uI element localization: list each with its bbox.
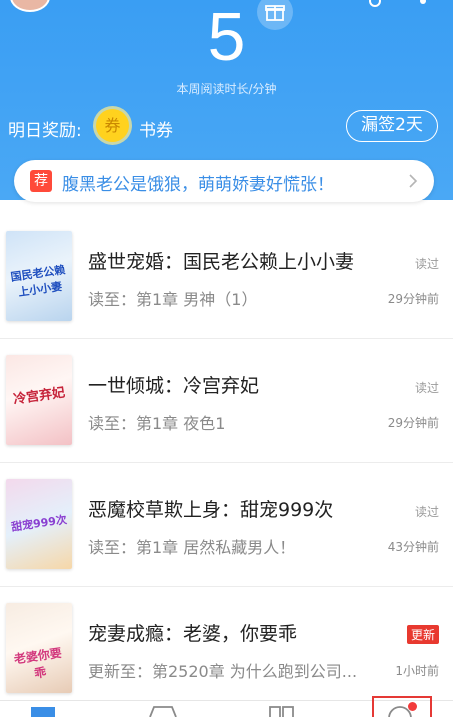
book-title: 宠妻成瘾：老婆，你要乖 <box>88 623 298 645</box>
book-progress: 更新至：第2520章 为什么跑到公司... <box>88 662 358 681</box>
book-item[interactable]: 老婆你要乖 宠妻成瘾：老婆，你要乖 更新至：第2520章 为什么跑到公司... … <box>0 587 453 711</box>
book-cover: 老婆你要乖 <box>6 603 72 693</box>
book-item[interactable]: 冷宫弃妃 一世倾城：冷宫弃妃 读至：第1章 夜色1 读过 29分钟前 <box>0 339 453 463</box>
cover-title-art: 冷宫弃妃 <box>12 385 67 408</box>
last-read-time: 29分钟前 <box>387 416 439 430</box>
last-read-time: 1小时前 <box>395 664 439 678</box>
tomorrow-reward-label: 明日奖励: <box>8 121 82 141</box>
weekly-reading-subtitle: 本周阅读时长/分钟 <box>176 82 277 96</box>
book-cover: 国民老公赖上小小妻 <box>6 231 72 321</box>
bookshelf-icon[interactable] <box>30 705 56 717</box>
highlight-box <box>372 696 432 717</box>
book-progress: 读至：第1章 居然私藏男人！ <box>88 538 296 557</box>
coupon-icon: 券 <box>96 109 129 142</box>
last-read-time: 29分钟前 <box>387 292 439 306</box>
recommend-badge: 荐 <box>30 170 52 192</box>
book-item[interactable]: 甜宠999次 恶魔校草欺上身：甜宠999次 读至：第1章 居然私藏男人！ 读过 … <box>0 463 453 587</box>
cover-title-art: 甜宠999次 <box>10 513 68 534</box>
book-item[interactable]: 国民老公赖上小小妻 盛世宠婚：国民老公赖上小小妻 读至：第1章 男神（1） 读过… <box>0 215 453 339</box>
category-icon[interactable] <box>268 705 296 717</box>
book-progress: 读至：第1章 男神（1） <box>88 290 258 309</box>
chevron-right-icon <box>409 174 418 188</box>
status-tag: 读过 <box>414 257 439 271</box>
status-tag: 读过 <box>414 381 439 395</box>
coupon-label: 书券 <box>139 121 173 141</box>
last-read-time: 43分钟前 <box>387 540 439 554</box>
status-tag: 读过 <box>414 505 439 519</box>
book-title: 一世倾城：冷宫弃妃 <box>88 375 260 397</box>
weekly-reading-minutes: 5 <box>207 0 246 75</box>
cover-title-art: 老婆你要乖 <box>13 645 63 681</box>
missed-checkin-button[interactable]: 漏签2天 <box>346 110 438 142</box>
book-cover: 冷宫弃妃 <box>6 355 72 445</box>
update-badge: 更新 <box>406 625 439 644</box>
recommend-banner[interactable]: 荐 腹黑老公是饿狼，萌萌娇妻好慌张！ <box>14 160 434 202</box>
book-title: 恶魔校草欺上身：甜宠999次 <box>88 499 334 521</box>
book-progress: 读至：第1章 夜色1 <box>88 414 226 433</box>
cover-title-art: 国民老公赖上小小妻 <box>9 263 67 299</box>
recommend-text: 腹黑老公是饿狼，萌萌娇妻好慌张！ <box>62 175 334 195</box>
bookstore-icon[interactable] <box>148 705 178 717</box>
book-cover: 甜宠999次 <box>6 479 72 569</box>
book-title: 盛世宠婚：国民老公赖上小小妻 <box>88 251 355 273</box>
